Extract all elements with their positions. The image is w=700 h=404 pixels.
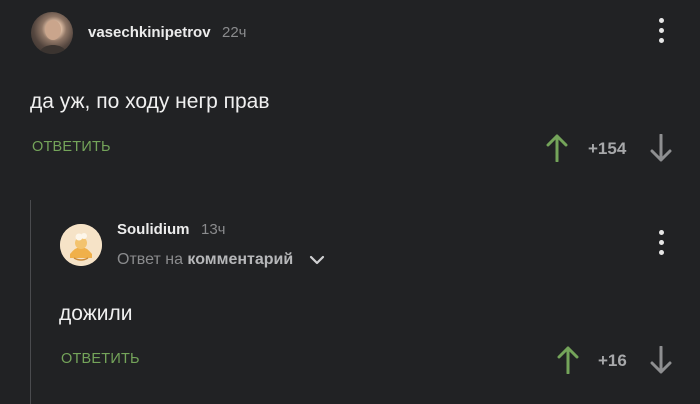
kebab-menu-icon [659,230,664,235]
reply-to-target[interactable]: комментарий [187,251,293,268]
arrow-up-icon[interactable] [545,134,569,162]
arrow-down-icon[interactable] [649,346,673,374]
avatar-photo [39,20,67,54]
avatar-cat-illustration [60,224,102,266]
comment-score: +154 [588,139,627,158]
comment-time: 22ч [222,24,247,41]
chevron-down-icon[interactable] [309,254,325,266]
reply-to-link[interactable]: Ответ на комментарий [117,251,293,269]
kebab-dot [659,250,664,255]
kebab-dot [659,240,664,245]
comment-author[interactable]: Soulidium [117,221,190,238]
reply-button[interactable]: ОТВЕТИТЬ [61,351,140,367]
comment-menu-button[interactable] [657,18,667,46]
kebab-dot [659,38,664,43]
comment-author[interactable]: vasechkinipetrov [88,24,211,41]
arrow-down-icon[interactable] [649,134,673,162]
comment-text: да уж, по ходу негр прав [30,90,270,113]
kebab-menu-icon [659,18,664,23]
comment-text: дожили [59,302,133,325]
comment-time: 13ч [201,221,226,238]
avatar-vasechkinipetrov[interactable] [31,12,73,54]
reply-button[interactable]: ОТВЕТИТЬ [32,139,111,155]
kebab-dot [659,28,664,33]
avatar-soulidium[interactable] [60,224,102,266]
reply-to-prefix: Ответ на [117,251,183,268]
comment-menu-button[interactable] [657,230,667,258]
thread-line [30,200,31,404]
comment-score: +16 [598,351,627,370]
arrow-up-icon[interactable] [556,346,580,374]
